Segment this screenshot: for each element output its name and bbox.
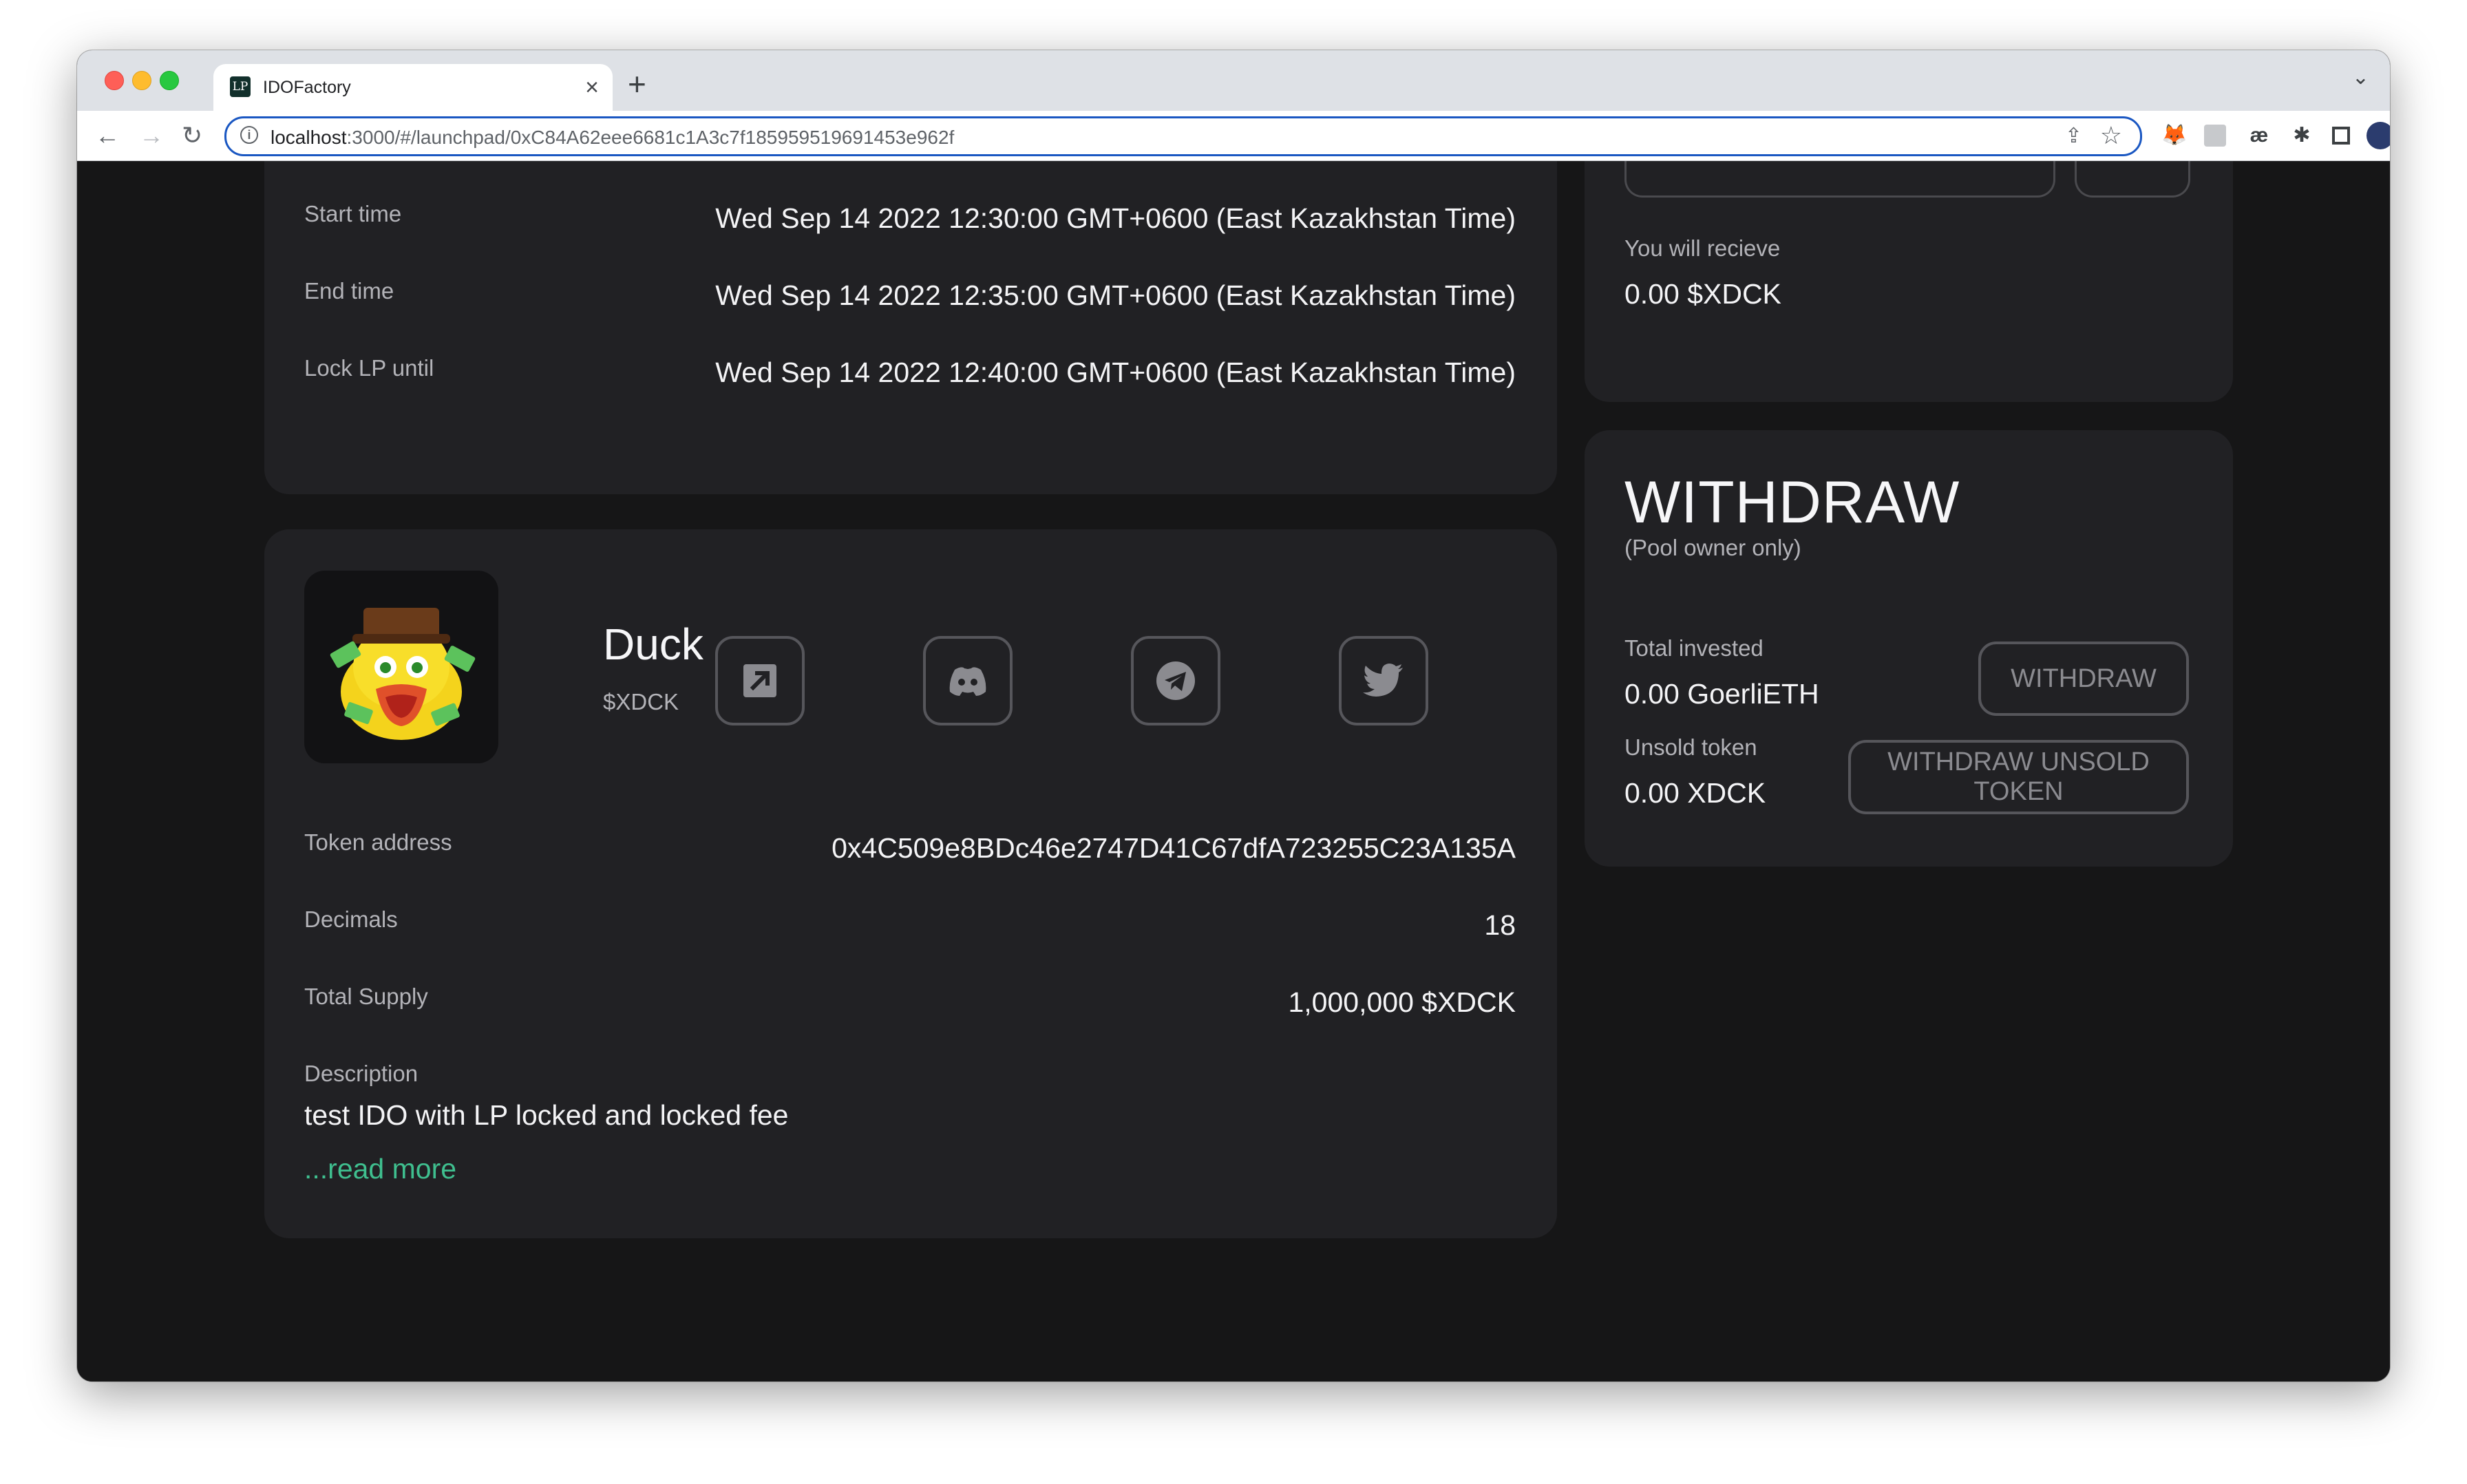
url-text[interactable]: localhost:3000/#/launchpad/0xC84A62eee66… [271, 127, 954, 149]
page-viewport: Start time Wed Sep 14 2022 12:30:00 GMT+… [77, 161, 2390, 1381]
total-invested-value: 0.00 GoerliETH [1624, 678, 1819, 710]
discord-link-button[interactable] [923, 636, 1013, 725]
site-info-icon[interactable]: i [240, 126, 258, 144]
withdraw-button[interactable]: WITHDRAW [1978, 642, 2189, 716]
lock-lp-value: Wed Sep 14 2022 12:40:00 GMT+0600 (East … [715, 357, 1516, 388]
new-tab-button[interactable]: + [628, 67, 646, 101]
twitter-icon [1363, 664, 1403, 697]
start-time-value: Wed Sep 14 2022 12:30:00 GMT+0600 (East … [715, 202, 1516, 234]
maximize-window-button[interactable] [160, 71, 179, 90]
buy-button[interactable] [2075, 161, 2190, 198]
description-text: test IDO with LP locked and locked fee [304, 1099, 789, 1131]
twitter-link-button[interactable] [1339, 636, 1428, 725]
bookmark-star-icon[interactable]: ☆ [2100, 121, 2122, 150]
end-time-label: End time [304, 278, 394, 304]
reload-icon[interactable]: ↻ [182, 120, 202, 151]
token-name: Duck [603, 619, 703, 669]
profile-avatar[interactable] [2367, 122, 2390, 149]
forward-arrow-icon[interactable]: → [139, 120, 164, 151]
start-time-label: Start time [304, 201, 402, 226]
receive-label: You will recieve [1624, 235, 1781, 261]
website-link-button[interactable] [715, 636, 805, 725]
metamask-extension-icon[interactable]: 🦊 [2161, 123, 2187, 148]
browser-tab[interactable]: LP IDOFactory × [213, 64, 613, 111]
tab-strip: LP IDOFactory × + ⌄ [77, 50, 2390, 111]
receive-value: 0.00 $XDCK [1624, 278, 1781, 310]
token-address-label: Token address [304, 829, 452, 855]
back-arrow-icon[interactable]: ← [95, 120, 120, 151]
close-window-button[interactable] [105, 71, 124, 90]
total-invested-label: Total invested [1624, 635, 1764, 661]
browser-toolbar: ← → ↻ i localhost:3000/#/launchpad/0xC84… [77, 111, 2390, 161]
read-more-link[interactable]: ...read more [304, 1153, 456, 1185]
end-time-value: Wed Sep 14 2022 12:35:00 GMT+0600 (East … [715, 279, 1516, 311]
minimize-window-button[interactable] [132, 71, 151, 90]
decimals-value: 18 [1484, 909, 1516, 941]
tab-search-chevron-icon[interactable]: ⌄ [2352, 65, 2369, 89]
duck-logo-icon [330, 608, 476, 740]
external-link-icon [743, 664, 776, 697]
withdraw-card: WITHDRAW (Pool owner only) Total investe… [1585, 430, 2233, 867]
unsold-token-value: 0.00 XDCK [1624, 777, 1766, 809]
token-symbol: $XDCK [603, 689, 679, 714]
description-label: Description [304, 1061, 419, 1086]
close-tab-icon[interactable]: × [585, 74, 599, 101]
side-panel-icon[interactable] [2332, 127, 2350, 145]
extensions-puzzle-icon[interactable]: ✱ [2289, 123, 2314, 148]
total-supply-label: Total Supply [304, 984, 428, 1009]
amount-input[interactable] [1624, 161, 2055, 198]
lock-lp-label: Lock LP until [304, 355, 434, 381]
tab-title: IDOFactory [263, 78, 351, 97]
decimals-label: Decimals [304, 907, 398, 932]
token-address-value[interactable]: 0x4C509e8BDc46e2747D41C67dfA723255C23A13… [832, 832, 1516, 865]
browser-window: LP IDOFactory × + ⌄ ← → ↻ i localhost:30… [77, 50, 2390, 1381]
image-extension-icon[interactable] [2204, 125, 2226, 147]
share-icon[interactable]: ⇪ [2065, 124, 2082, 148]
discord-icon [949, 667, 986, 696]
address-bar[interactable]: i localhost:3000/#/launchpad/0xC84A62eee… [224, 116, 2142, 156]
total-supply-value: 1,000,000 $XDCK [1288, 986, 1516, 1018]
withdraw-unsold-token-button[interactable]: WITHDRAW UNSOLD TOKEN [1848, 740, 2189, 814]
unsold-token-label: Unsold token [1624, 734, 1757, 760]
buy-card: You will recieve 0.00 $XDCK [1585, 161, 2233, 402]
token-info-card: Duck $XDCK Token address 0x4C509e8BDc46e… [264, 529, 1557, 1238]
telegram-link-button[interactable] [1131, 636, 1220, 725]
favicon-icon: LP [230, 76, 251, 97]
withdraw-subtitle: (Pool owner only) [1624, 535, 1801, 560]
withdraw-title: WITHDRAW [1624, 469, 1960, 536]
ae-extension-icon[interactable]: æ [2247, 123, 2272, 148]
token-logo [304, 571, 498, 763]
pool-schedule-card: Start time Wed Sep 14 2022 12:30:00 GMT+… [264, 161, 1557, 494]
telegram-icon [1156, 661, 1195, 700]
